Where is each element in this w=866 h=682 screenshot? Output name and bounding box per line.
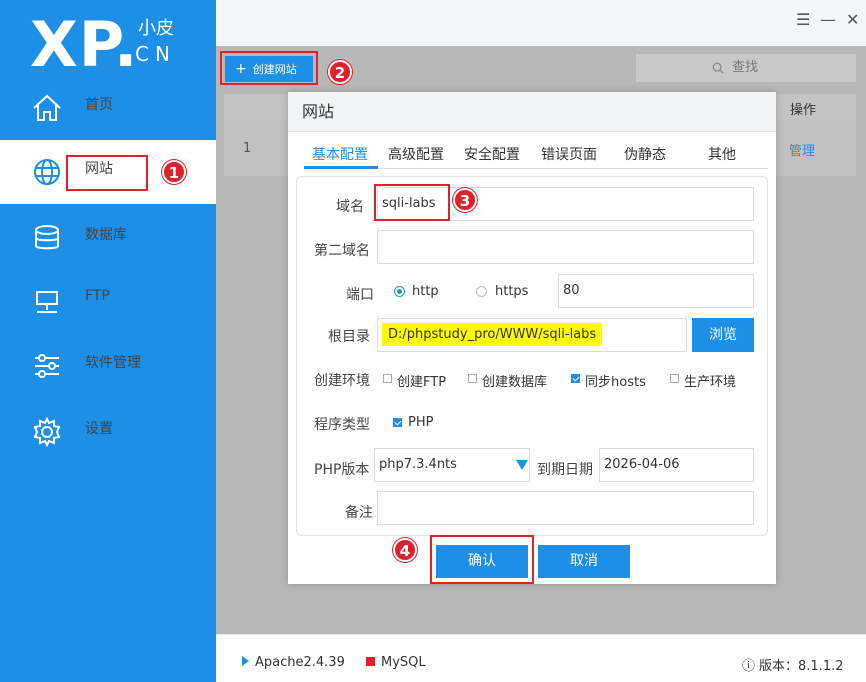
second-domain-label: 第二域名 [314, 243, 370, 259]
annotation-badge-2: 2 [328, 60, 352, 84]
sidebar-item-software[interactable]: 软件管理 [0, 334, 216, 398]
tab-other[interactable]: 其他 [708, 144, 736, 164]
create-ftp-label: 创建FTP [397, 375, 447, 390]
production-checkbox[interactable] [670, 374, 679, 383]
sidebar-item-label: FTP [85, 288, 110, 304]
search-input[interactable]: 查找 [636, 54, 856, 82]
env-label: 创建环境 [314, 373, 370, 389]
root-dir-value: D:/phpstudy_pro/WWW/sqli-labs [382, 323, 603, 346]
root-dir-field[interactable]: D:/phpstudy_pro/WWW/sqli-labs [377, 318, 687, 352]
sidebar-item-label: 设置 [85, 421, 113, 437]
production-label: 生产环境 [684, 375, 737, 390]
dialog-title: 网站 [288, 92, 776, 132]
annotation-badge-3: 3 [453, 188, 477, 212]
cancel-button[interactable]: 取消 [538, 545, 630, 578]
php-version-label: PHP版本 [314, 462, 370, 478]
sidebar-item-settings[interactable]: 设置 [0, 400, 216, 464]
column-header-operation: 操作 [790, 103, 817, 118]
chevron-down-icon [516, 460, 528, 470]
info-icon: ⓘ [742, 659, 756, 674]
ftp-icon [36, 291, 58, 313]
search-icon [712, 62, 724, 74]
mysql-status[interactable]: MySQL [366, 655, 426, 670]
version-label: 版本：8.1.1.2 [759, 659, 844, 674]
home-icon [33, 94, 61, 121]
logo-small-text: 小皮 [138, 18, 174, 39]
annotation-badge-4: 4 [393, 538, 417, 562]
tab-basic[interactable]: 基本配置 [312, 144, 368, 164]
port-label: 端口 [346, 287, 374, 303]
create-ftp-checkbox[interactable] [383, 374, 392, 383]
tab-advanced[interactable]: 高级配置 [388, 144, 444, 164]
annotation-badge-1: 1 [162, 160, 186, 184]
sync-hosts-label: 同步hosts [585, 375, 646, 390]
menu-icon[interactable]: ☰ [796, 10, 810, 29]
tab-error-pages[interactable]: 错误页面 [541, 144, 597, 164]
apache-label: Apache2.4.39 [255, 655, 345, 670]
search-placeholder: 查找 [732, 60, 759, 75]
php-checkbox[interactable] [393, 418, 402, 427]
annotation-box-1 [66, 155, 148, 191]
sidebar-item-label: 软件管理 [85, 355, 141, 371]
sidebar-item-ftp[interactable]: FTP [0, 270, 216, 334]
https-radio[interactable] [476, 286, 487, 297]
sidebar-item-home[interactable]: 首页 [0, 76, 216, 140]
sidebar: XP. 小皮 CN 首页 网站 数据库 FTP 软件管理 设置 [0, 0, 216, 682]
expire-date-field[interactable]: 2026-04-06 [599, 448, 754, 482]
sliders-icon [35, 354, 59, 378]
minimize-icon[interactable]: — [820, 10, 836, 29]
port-field[interactable]: 80 [558, 274, 754, 308]
php-version-value: php7.3.4nts [379, 457, 457, 472]
create-db-checkbox[interactable] [468, 374, 477, 383]
https-label: https [495, 284, 529, 299]
annotation-box-3 [374, 184, 450, 221]
http-label: http [412, 284, 439, 299]
apache-status[interactable]: Apache2.4.39 [242, 655, 345, 670]
sync-hosts-checkbox[interactable] [571, 374, 580, 383]
version-info: ⓘ 版本：8.1.1.2 [742, 655, 844, 674]
create-db-label: 创建数据库 [482, 375, 548, 390]
note-field[interactable] [377, 491, 754, 525]
tab-security[interactable]: 安全配置 [464, 144, 520, 164]
root-dir-label: 根目录 [328, 329, 370, 345]
close-icon[interactable]: ✕ [846, 10, 859, 29]
globe-icon [34, 159, 60, 185]
note-label: 备注 [345, 505, 373, 521]
php-label: PHP [408, 415, 434, 430]
browse-button[interactable]: 浏览 [692, 318, 754, 352]
tab-active-indicator [304, 166, 378, 169]
row-number: 1 [243, 141, 252, 156]
sidebar-item-label: 首页 [85, 97, 113, 113]
mysql-label: MySQL [381, 655, 426, 670]
expire-date-label: 到期日期 [537, 462, 593, 478]
sidebar-item-database[interactable]: 数据库 [0, 206, 216, 270]
domain-label: 域名 [336, 199, 364, 215]
play-icon [242, 656, 249, 666]
annotation-box-2 [220, 51, 318, 85]
expire-date-value: 2026-04-06 [604, 457, 680, 472]
status-bar: Apache2.4.39 MySQL ⓘ 版本：8.1.1.2 [216, 634, 866, 682]
port-value: 80 [563, 283, 580, 298]
tab-rewrite[interactable]: 伪静态 [624, 144, 666, 164]
manage-link[interactable]: 管理 [789, 140, 815, 159]
stop-icon [366, 657, 375, 666]
sidebar-item-label: 数据库 [85, 227, 127, 243]
gear-icon [33, 416, 61, 448]
program-type-label: 程序类型 [314, 417, 370, 433]
second-domain-field[interactable] [377, 230, 754, 264]
php-version-select[interactable]: php7.3.4nts [374, 448, 530, 482]
logo-xp: XP. [30, 8, 139, 81]
http-radio[interactable] [394, 286, 405, 297]
logo-cn-text: CN [135, 42, 176, 66]
annotation-box-4 [430, 535, 534, 584]
database-icon [35, 225, 59, 250]
